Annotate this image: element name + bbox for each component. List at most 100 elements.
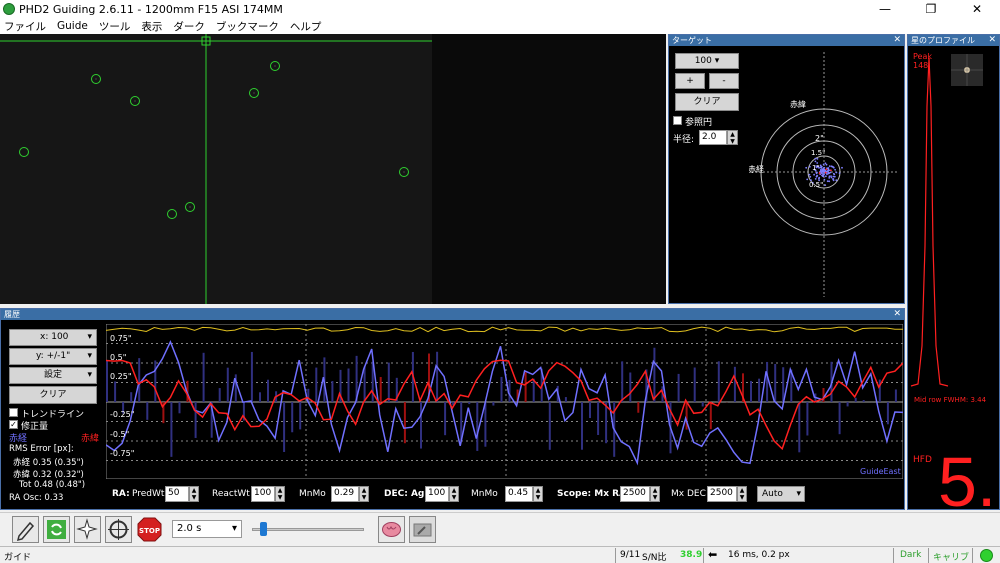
target-point	[806, 178, 809, 181]
menu-view[interactable]: 表示	[141, 19, 162, 34]
mnmo-dec-spinner[interactable]: ▲ ▼	[533, 486, 543, 502]
loop-icon	[47, 520, 66, 539]
close-button[interactable]: ✕	[954, 0, 1000, 18]
ring-label-0-5: 0.5"	[809, 181, 823, 189]
menu-file[interactable]: ファイル	[4, 19, 46, 34]
mx-ra-spinner[interactable]: ▲ ▼	[650, 486, 660, 502]
y-scale-dropdown[interactable]: y: +/-1" ▾	[9, 348, 97, 365]
target-point	[818, 172, 821, 174]
history-pane-header: 履歴 ✕	[1, 309, 904, 320]
correction-bar	[226, 367, 229, 402]
slider-thumb[interactable]	[260, 522, 268, 536]
correction-bar	[138, 358, 141, 402]
target-point	[828, 177, 831, 179]
profile-pane-close-icon[interactable]: ✕	[988, 35, 996, 46]
y-tick-label: 0.75"	[110, 334, 132, 343]
advanced-settings-button[interactable]	[378, 516, 405, 543]
history-pane-title: 履歴	[4, 310, 20, 319]
correction-bar	[194, 402, 197, 438]
correction-bar	[500, 376, 503, 402]
main-toolbar: STOP 2.0 s ▾	[0, 512, 1000, 545]
target-pane-close-icon[interactable]: ✕	[893, 35, 901, 46]
correction-bar	[331, 381, 334, 402]
target-scale-dropdown[interactable]: 100 ▾	[675, 53, 739, 69]
correction-bar	[492, 402, 495, 406]
status-frame-count: 9/11	[620, 550, 641, 560]
correction-bar	[347, 368, 350, 402]
mnmo-ra-input[interactable]: 0.29	[331, 486, 359, 502]
mx-ra-input[interactable]: 2500	[620, 486, 650, 502]
target-point	[825, 163, 828, 166]
zoom-in-button[interactable]: +	[675, 73, 705, 89]
restore-button[interactable]: ❐	[908, 0, 954, 18]
loop-button[interactable]	[43, 516, 70, 543]
dec-agr-spinner[interactable]: ▲ ▼	[449, 486, 459, 502]
menu-guide[interactable]: Guide	[57, 20, 88, 32]
target-pane-header: ターゲット ✕	[669, 35, 904, 46]
profile-curve	[910, 57, 949, 387]
dec-agr-input[interactable]: 100	[425, 486, 449, 502]
stop-button[interactable]: STOP	[136, 516, 163, 543]
slider-track	[252, 528, 364, 531]
rms-dec: 赤緯 0.32 (0.32")	[13, 470, 84, 480]
guide-button[interactable]	[105, 516, 132, 543]
reactwt-input[interactable]: 100	[251, 486, 275, 502]
correction-bar	[621, 361, 624, 402]
dec-legend: 赤緯	[81, 434, 100, 444]
correction-bar	[291, 402, 294, 433]
mnmo-dec-input[interactable]: 0.45	[505, 486, 533, 502]
menu-help[interactable]: ヘルプ	[290, 19, 322, 34]
predwt-spinner[interactable]: ▲ ▼	[189, 486, 199, 502]
target-point	[828, 172, 831, 174]
correction-bar	[178, 402, 181, 414]
target-point	[838, 172, 841, 174]
x-scale-dropdown[interactable]: x: 100 ▾	[9, 329, 97, 346]
minimize-button[interactable]: —	[862, 0, 908, 18]
dec-mode-dropdown[interactable]: Auto ▾	[757, 486, 805, 502]
correction-bar	[862, 400, 865, 402]
menu-tools[interactable]: ツール	[99, 19, 131, 34]
history-pane-close-icon[interactable]: ✕	[893, 309, 901, 320]
history-settings-button[interactable]: 設定 ▾	[9, 367, 97, 384]
camera-image-area	[0, 34, 432, 304]
mx-dec-label: Mx DEC	[671, 489, 706, 499]
history-pane: 履歴 ✕ x: 100 ▾ y: +/-1" ▾ 設定 ▾ クリア トレンドライン ✓…	[0, 308, 905, 510]
correction-checkbox[interactable]: ✓	[9, 420, 18, 429]
radius-spinner[interactable]: ▲ ▼	[727, 130, 738, 145]
status-mode: ガイド	[4, 553, 32, 563]
correction-bar	[387, 362, 390, 402]
target-point	[814, 178, 817, 180]
camera-connect-button[interactable]	[12, 516, 39, 543]
ra-params-label: RA:	[112, 489, 130, 499]
zoom-out-button[interactable]: -	[709, 73, 739, 89]
gamma-slider[interactable]	[250, 520, 368, 538]
peak-value: 148	[913, 61, 928, 70]
correction-bar	[758, 378, 761, 402]
manual-guide-button[interactable]	[409, 516, 436, 543]
camera-view[interactable]	[0, 34, 666, 304]
ref-circle-checkbox[interactable]	[673, 116, 682, 125]
target-point	[830, 175, 832, 178]
snr-label: S/N比	[642, 553, 667, 563]
history-clear-button[interactable]: クリア	[9, 386, 97, 404]
menu-dark[interactable]: ダーク	[173, 19, 205, 34]
radius-input[interactable]: 2.0	[699, 130, 727, 145]
correction-bar	[106, 360, 108, 402]
trendline-checkbox[interactable]	[9, 408, 18, 417]
auto-select-star-button[interactable]	[74, 516, 101, 543]
exposure-dropdown[interactable]: 2.0 s ▾	[172, 520, 242, 538]
target-clear-button[interactable]: クリア	[675, 93, 739, 111]
radius-label: 半径:	[673, 135, 695, 145]
mx-dec-input[interactable]: 2500	[707, 486, 737, 502]
correction-bar	[589, 402, 591, 419]
mx-dec-spinner[interactable]: ▲ ▼	[737, 486, 747, 502]
star-profile-pane: 星のプロファイル ✕ Peak 148 Mid row FWHM: 3.44 H…	[907, 34, 1000, 510]
menu-bookmarks[interactable]: ブックマーク	[216, 19, 279, 34]
guide-direction-label: GuideEast	[860, 467, 901, 476]
reactwt-spinner[interactable]: ▲ ▼	[275, 486, 285, 502]
ra-axis-label: 赤経	[749, 164, 764, 174]
predwt-input[interactable]: 50	[165, 486, 189, 502]
mnmo-ra-spinner[interactable]: ▲ ▼	[359, 486, 369, 502]
correction-bar	[484, 402, 487, 447]
correction-bar	[733, 366, 736, 402]
